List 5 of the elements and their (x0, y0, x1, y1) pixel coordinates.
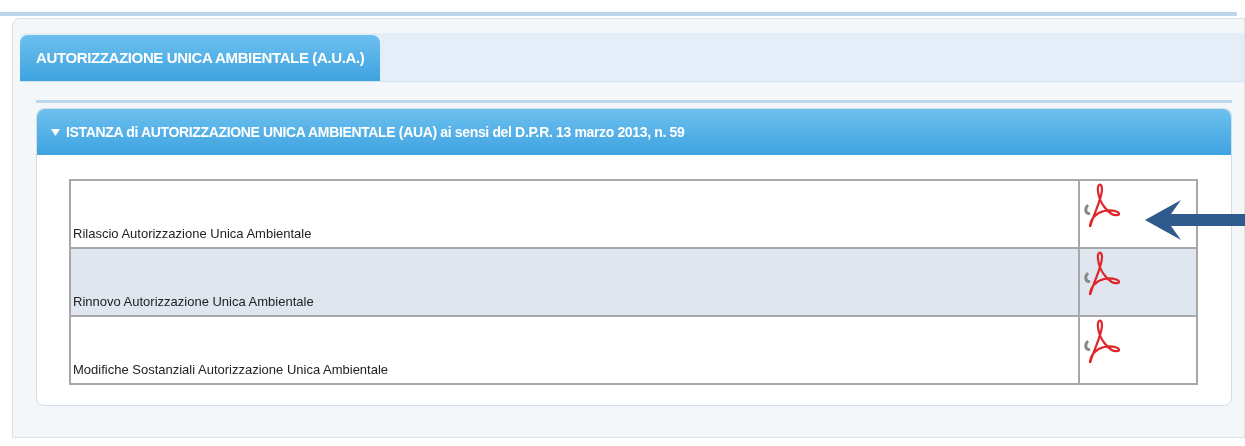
document-name: Rilascio Autorizzazione Unica Ambientale (73, 225, 312, 241)
document-name: Modifiche Sostanziali Autorizzazione Unica Ambientale (73, 361, 389, 377)
section-header[interactable]: ISTANZA di AUTORIZZAZIONE UNICA AMBIENTALE (AUA) ai sensi del D.P.R. 13 marzo 2013, n. 59 (37, 109, 1231, 155)
section-tab[interactable]: AUTORIZZAZIONE UNICA AMBIENTALE (A.U.A.) (20, 35, 381, 81)
document-name: Rinnovo Autorizzazione Unica Ambientale (73, 293, 314, 309)
